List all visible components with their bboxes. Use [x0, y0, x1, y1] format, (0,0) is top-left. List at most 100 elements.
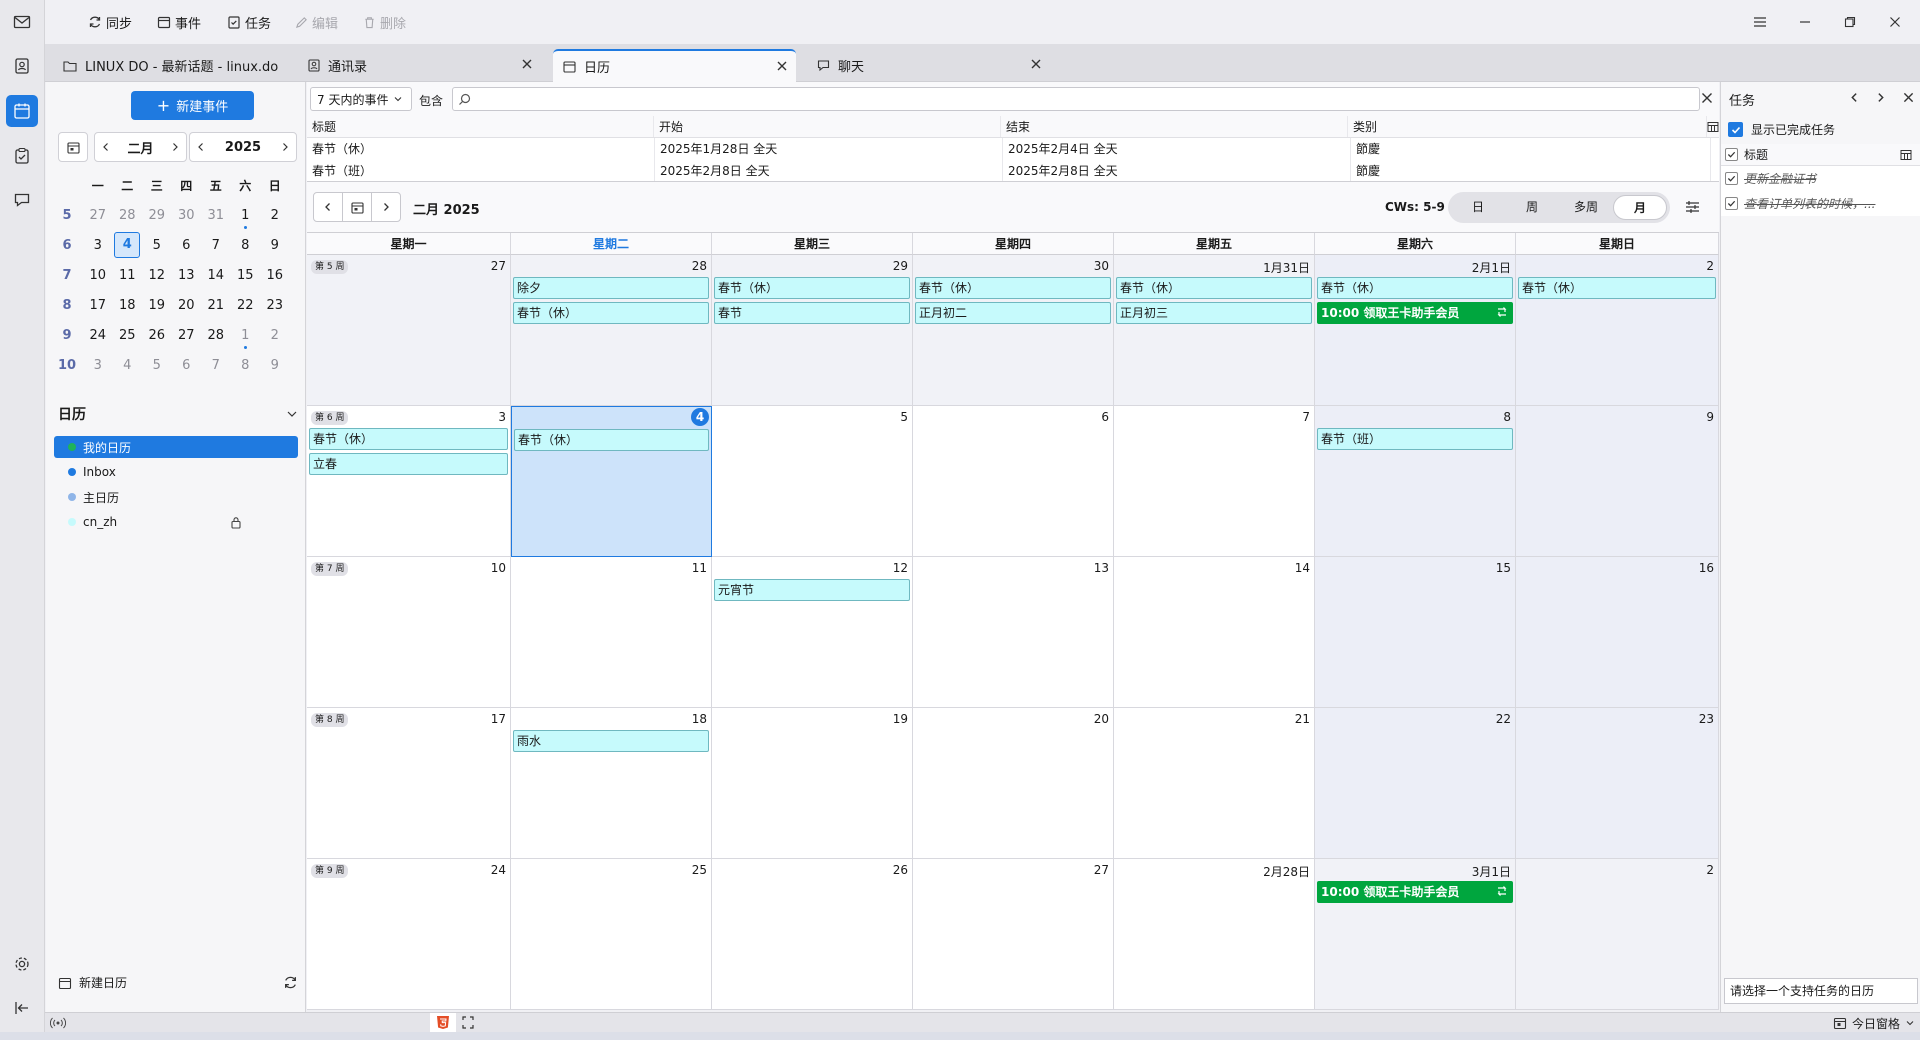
day-cell[interactable]: 18 雨水 [511, 708, 712, 859]
mini-day[interactable]: 1 [231, 208, 261, 229]
completed-column-icon[interactable] [1725, 148, 1738, 161]
day-cell[interactable]: 7 [1114, 406, 1315, 557]
mini-day[interactable]: 3 [83, 358, 113, 373]
event-item[interactable]: 立春 [309, 453, 508, 475]
day-cell[interactable]: 9 [1516, 406, 1719, 557]
mini-day[interactable]: 8 [231, 358, 261, 373]
day-cell[interactable]: 第 5 周 27 [307, 255, 511, 406]
mini-day[interactable]: 28 [113, 208, 143, 223]
mini-day[interactable]: 29 [142, 208, 172, 223]
event-item[interactable]: 春节（休） [714, 277, 910, 299]
event-item[interactable]: 元宵节 [714, 579, 910, 601]
task-item[interactable]: 查看订单列表的时候，... [1721, 191, 1920, 216]
new-calendar-button[interactable]: 新建日历 [58, 974, 127, 991]
day-cell[interactable]: 21 [1114, 708, 1315, 859]
close-tab-icon[interactable] [776, 60, 788, 72]
app-menu-button[interactable] [1745, 10, 1775, 34]
day-cell[interactable]: 14 [1114, 557, 1315, 708]
event-item[interactable]: 正月初二 [915, 302, 1111, 324]
fullscreen-icon[interactable] [462, 1016, 474, 1029]
table-row[interactable]: 春节（班） 2025年2月8日 全天 2025年2月8日 全天 節慶 [307, 160, 1719, 181]
mini-day[interactable]: 10 [83, 268, 113, 283]
recurring-event-item[interactable]: 10:00 领取王卡助手会员 [1317, 881, 1513, 903]
column-header-start[interactable]: 开始 [654, 116, 1002, 137]
mini-day[interactable]: 23 [260, 298, 290, 313]
minimize-button[interactable] [1790, 10, 1820, 34]
day-cell[interactable]: 23 [1516, 708, 1719, 859]
mini-day[interactable]: 22 [231, 298, 261, 313]
mini-day[interactable]: 28 [201, 328, 231, 343]
mini-day-today[interactable]: 4 [113, 232, 143, 258]
tab-chat[interactable]: 聊天 [807, 49, 1050, 82]
close-icon[interactable] [1903, 92, 1914, 103]
task-checkbox[interactable] [1725, 197, 1738, 210]
online-status-icon[interactable] [50, 1016, 66, 1030]
show-completed-tasks-checkbox[interactable]: 显示已完成任务 [1728, 121, 1835, 138]
sync-button[interactable]: 同步 [88, 12, 132, 32]
mini-week-number[interactable]: 5 [51, 208, 83, 223]
mini-day[interactable]: 7 [201, 358, 231, 373]
mini-day[interactable]: 21 [201, 298, 231, 313]
mini-month-label[interactable]: 二月 [127, 138, 153, 157]
mini-day[interactable]: 13 [172, 268, 202, 283]
mini-day[interactable]: 15 [231, 268, 261, 283]
view-month-button[interactable]: 月 [1613, 195, 1667, 220]
column-picker-icon[interactable] [1900, 149, 1912, 161]
mini-day[interactable]: 30 [172, 208, 202, 223]
day-cell[interactable]: 1月31日 春节（休） 正月初三 [1114, 255, 1315, 406]
task-item[interactable]: 更新金融证书 [1721, 166, 1920, 191]
edit-button[interactable]: 编辑 [295, 12, 338, 32]
view-multiweek-button[interactable]: 多周 [1559, 195, 1613, 220]
calendar-list-header[interactable]: 日历 [58, 404, 298, 424]
today-button[interactable] [342, 192, 372, 222]
event-item[interactable]: 春节（休） [514, 429, 709, 451]
refresh-icon[interactable] [283, 975, 298, 990]
mini-week-number[interactable]: 7 [51, 268, 83, 283]
day-cell[interactable]: 第 9 周 24 [307, 859, 511, 1010]
day-cell[interactable]: 第 8 周 17 [307, 708, 511, 859]
event-item[interactable]: 春节（休） [1116, 277, 1312, 299]
restore-button[interactable] [1835, 10, 1865, 34]
mini-day[interactable]: 16 [260, 268, 290, 283]
calendar-item-inbox[interactable]: Inbox [54, 461, 298, 483]
checkbox-checked[interactable] [1728, 122, 1743, 137]
close-icon[interactable] [1701, 92, 1713, 104]
new-task-toolbar-button[interactable]: 任务 [227, 12, 271, 32]
mini-day[interactable]: 3 [83, 238, 113, 253]
day-cell[interactable]: 12 元宵节 [712, 557, 913, 708]
day-cell[interactable]: 28 除夕 春节（休） [511, 255, 712, 406]
mini-day[interactable]: 27 [83, 208, 113, 223]
recurring-event-item[interactable]: 10:00 领取王卡助手会员 [1317, 302, 1513, 324]
view-options-icon[interactable] [1685, 200, 1700, 214]
day-cell[interactable]: 27 [913, 859, 1114, 1010]
tab-contacts[interactable]: 通讯录 [298, 49, 541, 82]
event-item[interactable]: 春节（休） [309, 428, 508, 450]
close-tab-icon[interactable] [521, 58, 533, 70]
day-cell-selected[interactable]: 4 春节（休） [511, 406, 712, 557]
close-tab-icon[interactable] [1030, 58, 1042, 70]
mini-day[interactable]: 14 [201, 268, 231, 283]
day-cell[interactable]: 22 [1315, 708, 1516, 859]
chevron-left-icon[interactable] [196, 142, 206, 152]
mini-day[interactable]: 2 [260, 208, 290, 223]
mini-today-button[interactable] [58, 132, 88, 162]
new-event-button[interactable]: + 新建事件 [131, 91, 254, 120]
address-book-space-button[interactable] [6, 50, 38, 82]
column-picker-icon[interactable] [1707, 121, 1719, 133]
day-cell[interactable]: 20 [913, 708, 1114, 859]
day-cell[interactable]: 2 春节（休） [1516, 255, 1719, 406]
mini-day[interactable]: 6 [172, 358, 202, 373]
new-event-toolbar-button[interactable]: 事件 [157, 12, 201, 32]
extension-icon[interactable] [430, 1013, 456, 1032]
event-item[interactable]: 春节 [714, 302, 910, 324]
previous-month-button[interactable] [313, 192, 343, 222]
mini-week-number[interactable]: 6 [51, 238, 83, 253]
calendar-item-cn-zh[interactable]: cn_zh [54, 511, 298, 533]
view-week-button[interactable]: 周 [1505, 195, 1559, 220]
day-cell[interactable]: 6 [913, 406, 1114, 557]
event-search-input[interactable] [452, 87, 1700, 111]
next-month-button[interactable] [371, 192, 401, 222]
close-window-button[interactable] [1880, 10, 1910, 34]
mini-day[interactable]: 18 [113, 298, 143, 313]
day-cell[interactable]: 第 6 周 3 春节（休） 立春 [307, 406, 511, 557]
